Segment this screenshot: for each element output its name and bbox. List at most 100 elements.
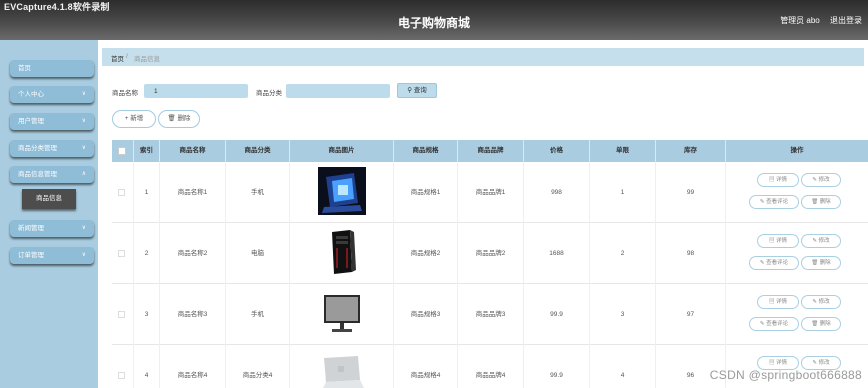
detail-button[interactable]: ▤ 详情 [757,295,799,309]
category-cell: 电脑 [226,223,290,284]
limit-cell: 2 [590,223,656,284]
column-header: 操作 [790,147,804,154]
header-select-all[interactable] [112,140,134,162]
limit-cell: 3 [590,284,656,345]
brand-cell: 商品品牌4 [458,345,524,388]
sidebar-item-category-management[interactable]: 商品分类管理 ∨ [10,140,94,157]
operations-cell: ▤ 详情 ✎ 修改 ✎ 查看评论 🗑 删除 [726,162,868,223]
brand-cell: 商品品牌2 [458,223,524,284]
pencil-icon: ✎ [759,199,765,205]
review-button[interactable]: ✎ 查看评论 [749,256,799,270]
row-delete-button[interactable]: 🗑 删除 [801,195,841,209]
chevron-down-icon: ∨ [81,91,86,97]
index-cell: 1 [134,162,160,223]
row-checkbox[interactable] [118,311,125,318]
edit-button-label: 修改 [818,177,830,183]
pencil-icon: ✎ [812,177,818,183]
submenu-item-product-info[interactable]: 商品信息 [22,189,76,209]
spec-cell: 商品规格3 [394,284,458,345]
edit-button[interactable]: ✎ 修改 [801,295,841,309]
stock-cell: 97 [656,284,726,345]
chevron-down-icon: ∨ [81,118,86,124]
limit-cell: 4 [590,345,656,388]
detail-button[interactable]: ▤ 详情 [757,173,799,187]
column-header: 价格 [524,140,590,162]
pencil-icon: ✎ [812,299,818,305]
price-cell: 99.9 [524,284,590,345]
column-header: 商品规格 [394,140,458,162]
sidebar-item-label: 新闻管理 [18,225,44,232]
limit-cell: 1 [590,162,656,223]
index-cell: 2 [134,223,160,284]
sidebar-item-personal-center[interactable]: 个人中心 ∨ [10,86,94,103]
detail-button-label: 详情 [776,360,788,366]
review-button[interactable]: ✎ 查看评论 [749,195,799,209]
review-button-label: 查看评论 [766,321,789,327]
pencil-icon: ✎ [759,260,765,266]
row-delete-label: 删除 [819,199,831,205]
pencil-icon: ✎ [759,321,765,327]
admin-user-label: 管理员 abo [780,16,820,25]
row-checkbox[interactable] [118,250,125,257]
sidebar-item-user-management[interactable]: 用户管理 ∨ [10,113,94,130]
image-cell [290,162,394,223]
name-cell: 商品名称3 [160,284,226,345]
spec-cell: 商品规格2 [394,223,458,284]
edit-button[interactable]: ✎ 修改 [801,173,841,187]
product-table: 索引 商品名称 商品分类 商品图片 商品规格 商品品牌 价格 单限 库存 操作 … [112,140,868,388]
product-category-input[interactable] [286,84,390,98]
sidebar-item-order-management[interactable]: 订单管理 ∨ [10,247,94,264]
site-title: 电子购物商城 [397,16,470,30]
spec-cell: 商品规格4 [394,345,458,388]
price-cell: 99.9 [524,345,590,388]
review-button[interactable]: ✎ 查看评论 [749,317,799,331]
table-row: 2 商品名称2 电脑 商品规格2 商品品牌2 1688 2 98 ▤ 详情 ✎ … [112,223,868,284]
operations-cell: ▤ 详情 ✎ 修改 ✎ 查看评论 🗑 删除 [726,223,868,284]
sidebar-item-label: 商品信息管理 [18,171,57,178]
logout-link[interactable]: 退出登录 [830,16,862,25]
row-checkbox[interactable] [118,372,125,379]
sidebar-item-product-management[interactable]: 商品信息管理 ∧ [10,166,94,183]
edit-button[interactable]: ✎ 修改 [801,234,841,248]
chevron-down-icon: ∨ [81,252,86,258]
laptop-image [318,350,366,388]
breadcrumb-home[interactable]: 首页 [111,53,124,63]
doc-icon: ▤ [768,177,775,183]
sidebar-item-home[interactable]: 首页 [10,60,94,77]
table-row: 1 商品名称1 手机 商品规格1 商品品牌1 998 1 99 ▤ 详情 ✎ 修… [112,162,868,223]
image-cell [290,223,394,284]
select-all-checkbox[interactable] [118,147,126,155]
review-button-label: 查看评论 [766,199,789,205]
breadcrumb-separator: / [126,53,128,60]
delete-button[interactable]: 🗑 删除 [158,110,200,128]
trash-icon: 🗑 [811,199,819,205]
trash-icon: 🗑 [811,321,819,327]
brand-cell: 商品品牌1 [458,162,524,223]
name-cell: 商品名称1 [160,162,226,223]
user-area: 管理员 abo 退出登录 [772,15,862,26]
sidebar-item-news-management[interactable]: 新闻管理 ∨ [10,220,94,237]
row-select-cell [112,162,134,223]
csdn-watermark: CSDN @springboot666888 [709,368,862,382]
detail-button[interactable]: ▤ 详情 [757,234,799,248]
monitor-image [318,289,366,337]
row-select-cell [112,345,134,388]
stock-cell: 99 [656,162,726,223]
image-cell [290,284,394,345]
row-delete-button[interactable]: 🗑 删除 [801,256,841,270]
chevron-up-icon: ∧ [81,171,86,177]
category-cell: 手机 [226,284,290,345]
add-button[interactable]: + 新增 [112,110,156,128]
name-cell: 商品名称2 [160,223,226,284]
index-cell: 3 [134,284,160,345]
sidebar: 首页 个人中心 ∨ 用户管理 ∨ 商品分类管理 ∨ 商品信息管理 ∧ 商品信息 … [0,40,98,388]
column-header: 商品分类 [226,140,290,162]
trash-icon: 🗑 [167,115,176,122]
search-button[interactable]: ⚲ 查询 [397,83,437,98]
row-delete-button[interactable]: 🗑 删除 [801,317,841,331]
column-header: 库存 [656,140,726,162]
search-icon: ⚲ [407,87,412,94]
column-header: 单限 [590,140,656,162]
row-checkbox[interactable] [118,189,125,196]
product-name-input[interactable] [144,84,248,98]
